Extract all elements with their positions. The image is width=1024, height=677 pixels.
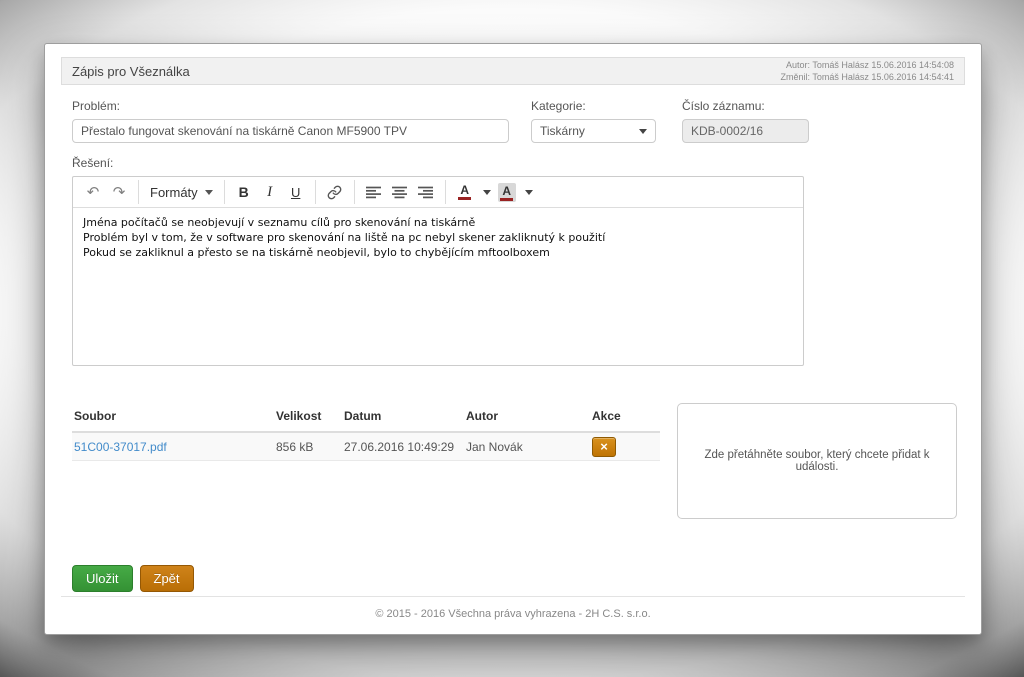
attachment-file-link[interactable]: 51C00-37017.pdf (74, 440, 167, 454)
delete-x-icon: × (600, 440, 608, 453)
back-button[interactable]: Zpět (140, 565, 194, 592)
save-button[interactable]: Uložit (72, 565, 133, 592)
modified-line: Změnil: Tomáš Halász 15.06.2016 14:54:41 (781, 71, 954, 83)
attachment-size: 856 kB (276, 440, 344, 454)
dropzone-text: Zde přetáhněte soubor, který chcete přid… (694, 449, 940, 473)
category-selected-value: Tiskárny (540, 124, 585, 138)
editor-line: Jména počítačů se neobjevují v seznamu c… (83, 215, 793, 230)
problem-field-group: Problém: (72, 99, 509, 143)
attachments-table: Soubor Velikost Datum Autor Akce 51C00-3… (72, 403, 660, 461)
align-left-button[interactable] (362, 180, 386, 204)
fields-row: Problém: Kategorie: Tiskárny Číslo zázna… (72, 99, 965, 143)
app-window: Zápis pro Všeználka Autor: Tomáš Halász … (44, 43, 982, 635)
table-header-row: Soubor Velikost Datum Autor Akce (72, 403, 660, 433)
page-title: Zápis pro Všeználka (72, 64, 190, 79)
editor-toolbar: ↶ ↷ Formáty B I U (73, 177, 803, 208)
file-dropzone[interactable]: Zde přetáhněte soubor, který chcete přid… (677, 403, 957, 519)
formats-dropdown[interactable]: Formáty (146, 180, 217, 204)
attachment-date: 27.06.2016 10:49:29 (344, 440, 466, 454)
column-header-action: Akce (592, 409, 662, 423)
toolbar-separator (445, 180, 446, 204)
toolbar-separator (138, 180, 139, 204)
record-meta: Autor: Tomáš Halász 15.06.2016 14:54:08 … (781, 59, 954, 83)
align-center-icon (392, 186, 407, 199)
category-select[interactable]: Tiskárny (531, 119, 656, 143)
column-header-date: Datum (344, 409, 466, 423)
problem-input[interactable] (72, 119, 509, 143)
author-line: Autor: Tomáš Halász 15.06.2016 14:54:08 (781, 59, 954, 71)
undo-icon: ↶ (87, 183, 100, 201)
undo-button[interactable]: ↶ (81, 180, 105, 204)
formats-label: Formáty (150, 185, 198, 200)
table-row: 51C00-37017.pdf 856 kB 27.06.2016 10:49:… (72, 433, 660, 461)
toolbar-separator (224, 180, 225, 204)
background-color-icon: A (498, 183, 516, 202)
attachments-section: Soubor Velikost Datum Autor Akce 51C00-3… (72, 403, 957, 519)
form-content: Problém: Kategorie: Tiskárny Číslo zázna… (61, 85, 965, 596)
chevron-down-icon[interactable] (525, 190, 533, 195)
problem-label: Problém: (72, 99, 509, 113)
text-color-button[interactable]: A (453, 180, 477, 204)
record-number-field-group: Číslo záznamu: (682, 99, 809, 143)
color-swatch (500, 198, 513, 201)
panel-heading: Zápis pro Všeználka Autor: Tomáš Halász … (61, 57, 965, 85)
background-color-button[interactable]: A (495, 180, 519, 204)
chevron-down-icon[interactable] (483, 190, 491, 195)
align-right-button[interactable] (414, 180, 438, 204)
toolbar-separator (354, 180, 355, 204)
delete-attachment-button[interactable]: × (592, 437, 616, 457)
bold-button[interactable]: B (232, 180, 256, 204)
color-swatch (458, 197, 471, 200)
text-color-icon: A (456, 184, 474, 200)
editor-content[interactable]: Jména počítačů se neobjevují v seznamu c… (73, 208, 803, 365)
insert-link-button[interactable] (323, 180, 347, 204)
record-number-input (682, 119, 809, 143)
rich-text-editor: ↶ ↷ Formáty B I U (72, 176, 804, 366)
record-number-label: Číslo záznamu: (682, 99, 809, 113)
redo-icon: ↷ (113, 183, 126, 201)
column-header-file: Soubor (74, 409, 276, 423)
solution-label: Řešení: (72, 156, 965, 170)
redo-button[interactable]: ↷ (107, 180, 131, 204)
copyright-text: © 2015 - 2016 Všechna práva vyhrazena - … (375, 608, 650, 620)
toolbar-separator (315, 180, 316, 204)
italic-button[interactable]: I (258, 180, 282, 204)
column-header-size: Velikost (276, 409, 344, 423)
page-background: Zápis pro Všeználka Autor: Tomáš Halász … (0, 0, 1024, 677)
action-buttons: Uložit Zpět (72, 565, 965, 592)
align-center-button[interactable] (388, 180, 412, 204)
chevron-down-icon (639, 129, 647, 134)
align-left-icon (366, 186, 381, 199)
link-icon (327, 185, 342, 200)
editor-line: Pokud se zakliknul a přesto se na tiskár… (83, 245, 793, 260)
align-right-icon (418, 186, 433, 199)
footer: © 2015 - 2016 Všechna práva vyhrazena - … (61, 596, 965, 634)
editor-line: Problém byl v tom, že v software pro ske… (83, 230, 793, 245)
column-header-author: Autor (466, 409, 592, 423)
attachment-author: Jan Novák (466, 440, 592, 454)
category-label: Kategorie: (531, 99, 656, 113)
solution-section: Řešení: ↶ ↷ Formáty (72, 156, 965, 366)
underline-button[interactable]: U (284, 180, 308, 204)
category-field-group: Kategorie: Tiskárny (531, 99, 656, 143)
chevron-down-icon (205, 190, 213, 195)
